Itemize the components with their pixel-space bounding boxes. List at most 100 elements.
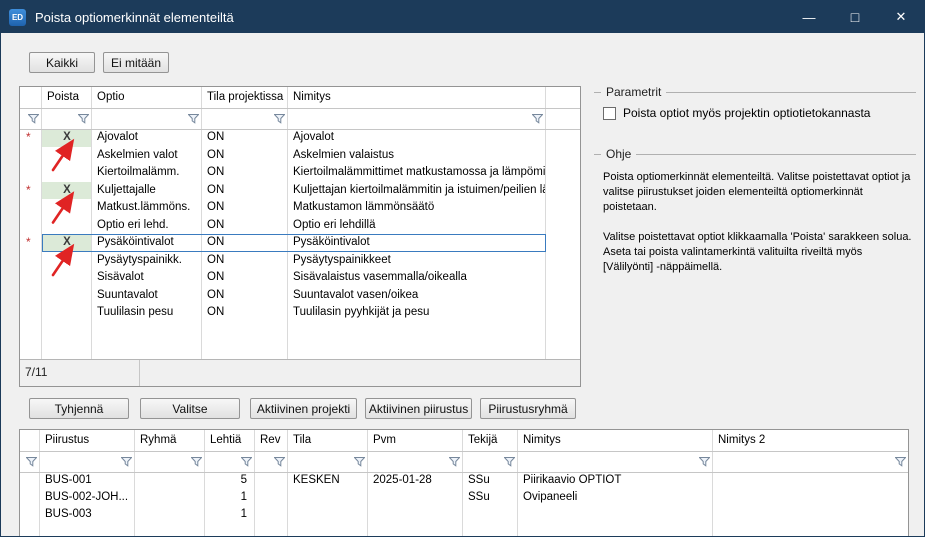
cell-tila[interactable]: ON [202, 269, 288, 287]
cell-ryhm[interactable] [135, 489, 205, 506]
cell-piirustus[interactable]: BUS-002-JOH... [40, 489, 135, 506]
filter-funnel-icon[interactable] [895, 456, 906, 467]
drawings-row[interactable]: BUS-0015KESKEN2025-01-28SSuPiirikaavio O… [20, 472, 908, 489]
cell-tekij[interactable]: SSu [463, 489, 518, 506]
column-header-nimitys-2[interactable]: Nimitys 2 [713, 430, 908, 451]
options-row[interactable]: *XAjovalotONAjovalot [20, 129, 580, 147]
cell-tila[interactable] [288, 489, 368, 506]
cell-tila[interactable]: ON [202, 252, 288, 270]
cell-ryhm[interactable] [135, 506, 205, 523]
cell-nimitys[interactable]: Optio eri lehdillä [288, 217, 546, 235]
filter-cell[interactable] [202, 108, 288, 129]
cell-nimitys[interactable]: Ovipaneeli [518, 489, 713, 506]
cell-poista[interactable] [42, 199, 92, 217]
filter-funnel-icon[interactable] [78, 113, 89, 124]
cell-tila[interactable]: ON [202, 182, 288, 200]
filter-funnel-icon[interactable] [191, 456, 202, 467]
filter-funnel-icon[interactable] [274, 456, 285, 467]
filter-cell[interactable] [255, 451, 288, 472]
cell-poista[interactable] [42, 304, 92, 322]
cell-optio[interactable]: Kiertoilmalämm. [92, 164, 202, 182]
cell-nimitys[interactable]: Askelmien valaistus [288, 147, 546, 165]
column-header-tekij[interactable]: Tekijä [463, 430, 518, 451]
cell-tila[interactable] [288, 506, 368, 523]
cell-optio[interactable]: Matkust.lämmöns. [92, 199, 202, 217]
cell-poista[interactable] [42, 252, 92, 270]
options-row[interactable]: SuuntavalotONSuuntavalot vasen/oikea [20, 287, 580, 305]
cell-nimitys[interactable]: Sisävalaistus vasemmalla/oikealla [288, 269, 546, 287]
cell-nimitys[interactable]: Matkustamon lämmönsäätö [288, 199, 546, 217]
cell-nimitys[interactable] [518, 506, 713, 523]
filter-funnel-icon[interactable] [699, 456, 710, 467]
cell-nimitys[interactable]: Pysäköintivalot [288, 234, 546, 252]
cell-optio[interactable]: Pysäköintivalot [92, 234, 202, 252]
filter-funnel-icon[interactable] [532, 113, 543, 124]
filter-cell[interactable] [463, 451, 518, 472]
cell-tekij[interactable] [463, 506, 518, 523]
filter-cell[interactable] [20, 108, 42, 129]
select-all-button[interactable]: Kaikki [29, 52, 95, 73]
filter-cell[interactable] [92, 108, 202, 129]
column-header-pvm[interactable]: Pvm [368, 430, 463, 451]
filter-cell[interactable] [135, 451, 205, 472]
filter-funnel-icon[interactable] [241, 456, 252, 467]
cell-nimitys-2[interactable] [713, 489, 908, 506]
cell-poista[interactable] [42, 217, 92, 235]
column-header-lehti[interactable]: Lehtiä [205, 430, 255, 451]
cell-nimitys-2[interactable] [713, 472, 908, 489]
filter-funnel-icon[interactable] [354, 456, 365, 467]
filter-cell[interactable] [518, 451, 713, 472]
column-header-poista[interactable]: Poista [42, 87, 92, 108]
column-header-nimitys[interactable]: Nimitys [288, 87, 546, 108]
cell-nimitys[interactable]: Tuulilasin pyyhkijät ja pesu [288, 304, 546, 322]
cell-piirustus[interactable]: BUS-001 [40, 472, 135, 489]
options-row[interactable]: *XPysäköintivalotONPysäköintivalot [20, 234, 580, 252]
filter-funnel-icon[interactable] [28, 113, 39, 124]
filter-funnel-icon[interactable] [449, 456, 460, 467]
cell-tila[interactable]: ON [202, 287, 288, 305]
cell-optio[interactable]: Sisävalot [92, 269, 202, 287]
filter-cell[interactable] [205, 451, 255, 472]
delete-options-from-db-row[interactable]: Poista optiot myös projektin optiotietok… [603, 106, 916, 120]
cell-poista[interactable] [42, 164, 92, 182]
cell-optio[interactable]: Ajovalot [92, 129, 202, 147]
cell-nimitys[interactable]: Kuljettajan kiertoilmalämmitin ja istuim… [288, 182, 546, 200]
cell-poista[interactable]: X [42, 234, 92, 252]
cell-tila[interactable]: ON [202, 164, 288, 182]
options-row[interactable]: *XKuljettajalleONKuljettajan kiertoilmal… [20, 182, 580, 200]
active-project-button[interactable]: Aktiivinen projekti [250, 398, 357, 419]
cell-poista[interactable] [42, 287, 92, 305]
drawings-row[interactable]: BUS-0031 [20, 506, 908, 523]
cell-nimitys[interactable]: Suuntavalot vasen/oikea [288, 287, 546, 305]
drawings-row[interactable]: BUS-002-JOH...1SSuOvipaneeli [20, 489, 908, 506]
active-drawing-button[interactable]: Aktiivinen piirustus [365, 398, 472, 419]
cell-optio[interactable]: Suuntavalot [92, 287, 202, 305]
choose-button[interactable]: Valitse [140, 398, 240, 419]
select-none-button[interactable]: Ei mitään [103, 52, 169, 73]
cell-tekij[interactable]: SSu [463, 472, 518, 489]
filter-cell[interactable] [713, 451, 908, 472]
cell-nimitys[interactable]: Kiertoilmalämmittimet matkustamossa ja l… [288, 164, 546, 182]
column-header-tila[interactable]: Tila [288, 430, 368, 451]
cell-optio[interactable]: Kuljettajalle [92, 182, 202, 200]
clear-button[interactable]: Tyhjennä [29, 398, 129, 419]
drawing-group-button[interactable]: Piirustusryhmä [480, 398, 576, 419]
options-row[interactable]: Askelmien valotONAskelmien valaistus [20, 147, 580, 165]
cell-tila[interactable]: ON [202, 199, 288, 217]
cell-optio[interactable]: Tuulilasin pesu [92, 304, 202, 322]
cell-rev[interactable] [255, 472, 288, 489]
filter-funnel-icon[interactable] [26, 456, 37, 467]
maximize-button[interactable]: □ [832, 1, 878, 33]
minimize-button[interactable]: — [786, 1, 832, 33]
filter-cell[interactable] [42, 108, 92, 129]
column-header-tila-projektissa[interactable]: Tila projektissa [202, 87, 288, 108]
cell-nimitys[interactable]: Ajovalot [288, 129, 546, 147]
column-header-piirustus[interactable]: Piirustus [40, 430, 135, 451]
cell-poista[interactable] [42, 147, 92, 165]
cell-pvm[interactable]: 2025-01-28 [368, 472, 463, 489]
cell-tila[interactable]: ON [202, 234, 288, 252]
checkbox-label[interactable]: Poista optiot myös projektin optiotietok… [623, 106, 870, 120]
titlebar[interactable]: ED Poista optiomerkinnät elementeiltä — … [1, 1, 924, 33]
cell-tila[interactable]: ON [202, 129, 288, 147]
cell-optio[interactable]: Pysäytyspainikk. [92, 252, 202, 270]
